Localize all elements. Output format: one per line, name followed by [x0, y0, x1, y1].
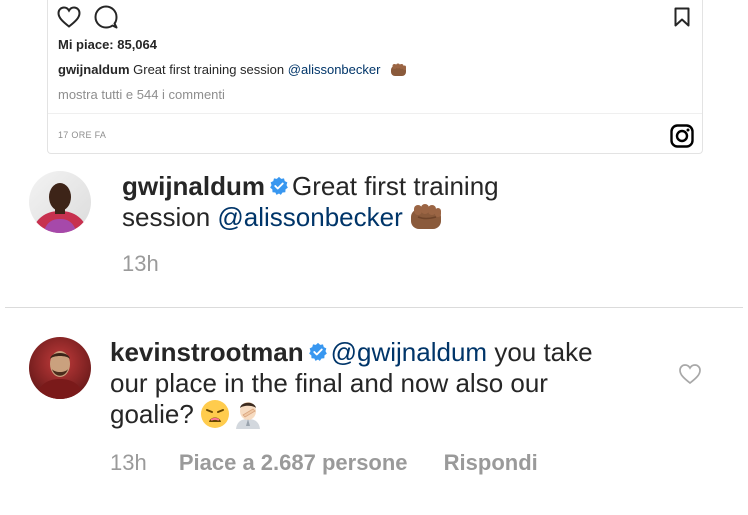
instagram-logo-icon[interactable]: [670, 124, 694, 148]
heart-outline-icon[interactable]: [57, 6, 81, 28]
post-username[interactable]: gwijnaldum: [122, 171, 265, 201]
instagram-embed-card: Mi piace: 85,064 gwijnaldum Great first …: [47, 0, 703, 154]
comment-bubble-icon[interactable]: [94, 5, 118, 29]
divider: [48, 113, 702, 114]
verified-badge-icon: [308, 342, 327, 361]
comment-username[interactable]: kevinstrootman: [110, 337, 304, 367]
caption-username[interactable]: gwijnaldum: [58, 62, 130, 77]
comment-meta: 13h Piace a 2.687 persone Rispondi: [110, 450, 538, 476]
post-timestamp: 17 ORE FA: [58, 130, 107, 140]
comment-time: 13h: [110, 450, 147, 475]
weary-face-emoji: [200, 400, 229, 429]
verified-badge-icon: [270, 176, 288, 195]
like-comment-heart-icon[interactable]: [678, 363, 702, 385]
post-caption: gwijnaldum Great first training session @…: [122, 171, 572, 235]
post-time: 13h: [122, 251, 159, 276]
likes-count[interactable]: Mi piace: 85,064: [58, 37, 157, 52]
post-mention[interactable]: @alissonbecker: [217, 202, 402, 232]
avatar-gwijnaldum[interactable]: [29, 171, 91, 233]
comment-mention[interactable]: @gwijnaldum: [331, 337, 487, 367]
fist-bump-emoji: [410, 204, 441, 230]
facepalm-emoji: [235, 402, 260, 430]
bookmark-icon[interactable]: [674, 7, 690, 27]
view-all-comments-link[interactable]: mostra tutti e 544 i commenti: [58, 87, 225, 102]
comment-likes-link[interactable]: Piace a 2.687 persone: [179, 450, 408, 475]
reply-button[interactable]: Rispondi: [444, 450, 538, 475]
section-divider: [5, 307, 743, 308]
avatar-kevinstrootman[interactable]: [29, 337, 91, 399]
caption-mention[interactable]: @alissonbecker: [288, 62, 381, 77]
caption: gwijnaldum Great first training session …: [58, 62, 407, 79]
fist-bump-emoji: [391, 63, 407, 76]
comment-body: kevinstrootman @gwijnaldum you take our p…: [110, 337, 630, 433]
caption-text: Great first training session: [133, 62, 285, 77]
